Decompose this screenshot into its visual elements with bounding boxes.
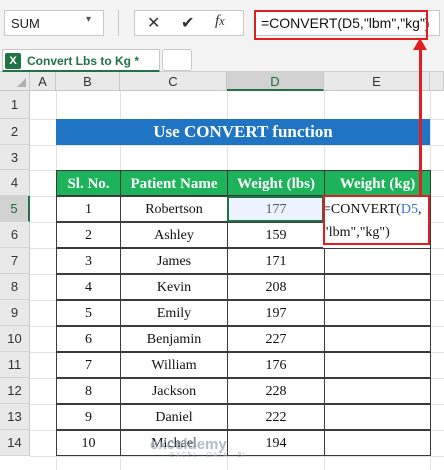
row-header-2[interactable]: 2 xyxy=(0,119,30,145)
table-cell[interactable]: William xyxy=(120,352,228,378)
chevron-down-icon[interactable]: ▾ xyxy=(86,14,91,25)
table-cell[interactable]: 222 xyxy=(227,404,325,430)
table-cell[interactable] xyxy=(324,326,431,352)
edit-highlight-box xyxy=(323,195,430,245)
table-cell[interactable]: 1 xyxy=(56,196,121,222)
table-cell[interactable]: 10 xyxy=(56,430,121,456)
row-header-5[interactable]: 5 xyxy=(0,196,30,222)
table-cell[interactable]: 208 xyxy=(227,274,325,300)
table-cell[interactable] xyxy=(324,274,431,300)
check-icon[interactable]: ✔ xyxy=(181,13,194,33)
table-cell[interactable] xyxy=(324,430,431,456)
table-header-patient-name[interactable]: Patient Name xyxy=(120,170,228,196)
row-header-6[interactable]: 6 xyxy=(0,222,30,248)
row-header-10[interactable]: 10 xyxy=(0,326,30,352)
table-cell[interactable]: 5 xyxy=(56,300,121,326)
table-cell[interactable]: Jackson xyxy=(120,378,228,404)
table-cell[interactable]: 197 xyxy=(227,300,325,326)
row-header-4[interactable]: 4 xyxy=(0,170,30,196)
table-header-weight-kg[interactable]: Weight (kg) xyxy=(324,170,431,196)
arrow-line xyxy=(419,44,422,197)
row-header-9[interactable]: 9 xyxy=(0,300,30,326)
table-cell[interactable]: 227 xyxy=(227,326,325,352)
table-cell[interactable]: James xyxy=(120,248,228,274)
row-header-13[interactable]: 13 xyxy=(0,404,30,430)
row-header-12[interactable]: 12 xyxy=(0,378,30,404)
row-header-3[interactable]: 3 xyxy=(0,145,30,170)
table-cell[interactable] xyxy=(324,352,431,378)
table-cell[interactable]: Daniel xyxy=(120,404,228,430)
table-cell[interactable]: Robertson xyxy=(120,196,228,222)
row-header-1[interactable]: 1 xyxy=(0,91,30,119)
table-cell[interactable]: 228 xyxy=(227,378,325,404)
arrow-up-icon xyxy=(413,38,427,50)
close-icon[interactable]: ✕ xyxy=(147,13,160,33)
table-cell[interactable]: 159 xyxy=(227,222,325,248)
table-cell[interactable]: Benjamin xyxy=(120,326,228,352)
table-cell[interactable]: Ashley xyxy=(120,222,228,248)
select-all-icon xyxy=(17,78,26,87)
table-cell[interactable] xyxy=(324,248,431,274)
table-cell[interactable]: 6 xyxy=(56,326,121,352)
formula-highlight-box xyxy=(254,10,428,40)
table-cell[interactable]: 8 xyxy=(56,378,121,404)
table-cell[interactable]: 3 xyxy=(56,248,121,274)
column-header-e[interactable]: E xyxy=(324,72,430,91)
excel-icon: X xyxy=(5,53,21,69)
formula-buttons: ✕ ✔ fx xyxy=(134,10,244,36)
table-cell[interactable] xyxy=(324,404,431,430)
row-header-8[interactable]: 8 xyxy=(0,274,30,300)
table-cell[interactable]: 7 xyxy=(56,352,121,378)
new-sheet-button[interactable] xyxy=(162,49,192,71)
column-header-f[interactable] xyxy=(430,72,444,91)
column-header-c[interactable]: C xyxy=(120,72,227,91)
table-cell[interactable]: 2 xyxy=(56,222,121,248)
row-header-14[interactable]: 14 xyxy=(0,430,30,456)
table-cell[interactable]: 171 xyxy=(227,248,325,274)
active-cell-d5[interactable] xyxy=(227,196,324,222)
row-header-11[interactable]: 11 xyxy=(0,352,30,378)
table-cell[interactable]: Kevin xyxy=(120,274,228,300)
divider xyxy=(118,10,119,36)
watermark-tagline: EXCEL · DATA · BI xyxy=(170,452,246,459)
fx-icon[interactable]: fx xyxy=(215,13,225,30)
column-header-a[interactable]: A xyxy=(30,72,56,91)
table-cell[interactable] xyxy=(324,300,431,326)
table-header-sl-no[interactable]: Sl. No. xyxy=(56,170,121,196)
table-header-weight-lbs[interactable]: Weight (lbs) xyxy=(227,170,325,196)
table-cell[interactable]: 4 xyxy=(56,274,121,300)
sheet-tab-convert[interactable]: Convert Lbs to Kg * xyxy=(2,49,160,73)
table-cell[interactable]: 9 xyxy=(56,404,121,430)
column-header-b[interactable]: B xyxy=(56,72,120,91)
gridline xyxy=(30,145,444,146)
title-banner[interactable]: Use CONVERT function xyxy=(56,119,430,145)
table-cell[interactable]: Emily xyxy=(120,300,228,326)
row-header-7[interactable]: 7 xyxy=(0,248,30,274)
table-cell[interactable]: 176 xyxy=(227,352,325,378)
table-cell[interactable] xyxy=(324,378,431,404)
column-header-d[interactable]: D xyxy=(227,72,324,91)
